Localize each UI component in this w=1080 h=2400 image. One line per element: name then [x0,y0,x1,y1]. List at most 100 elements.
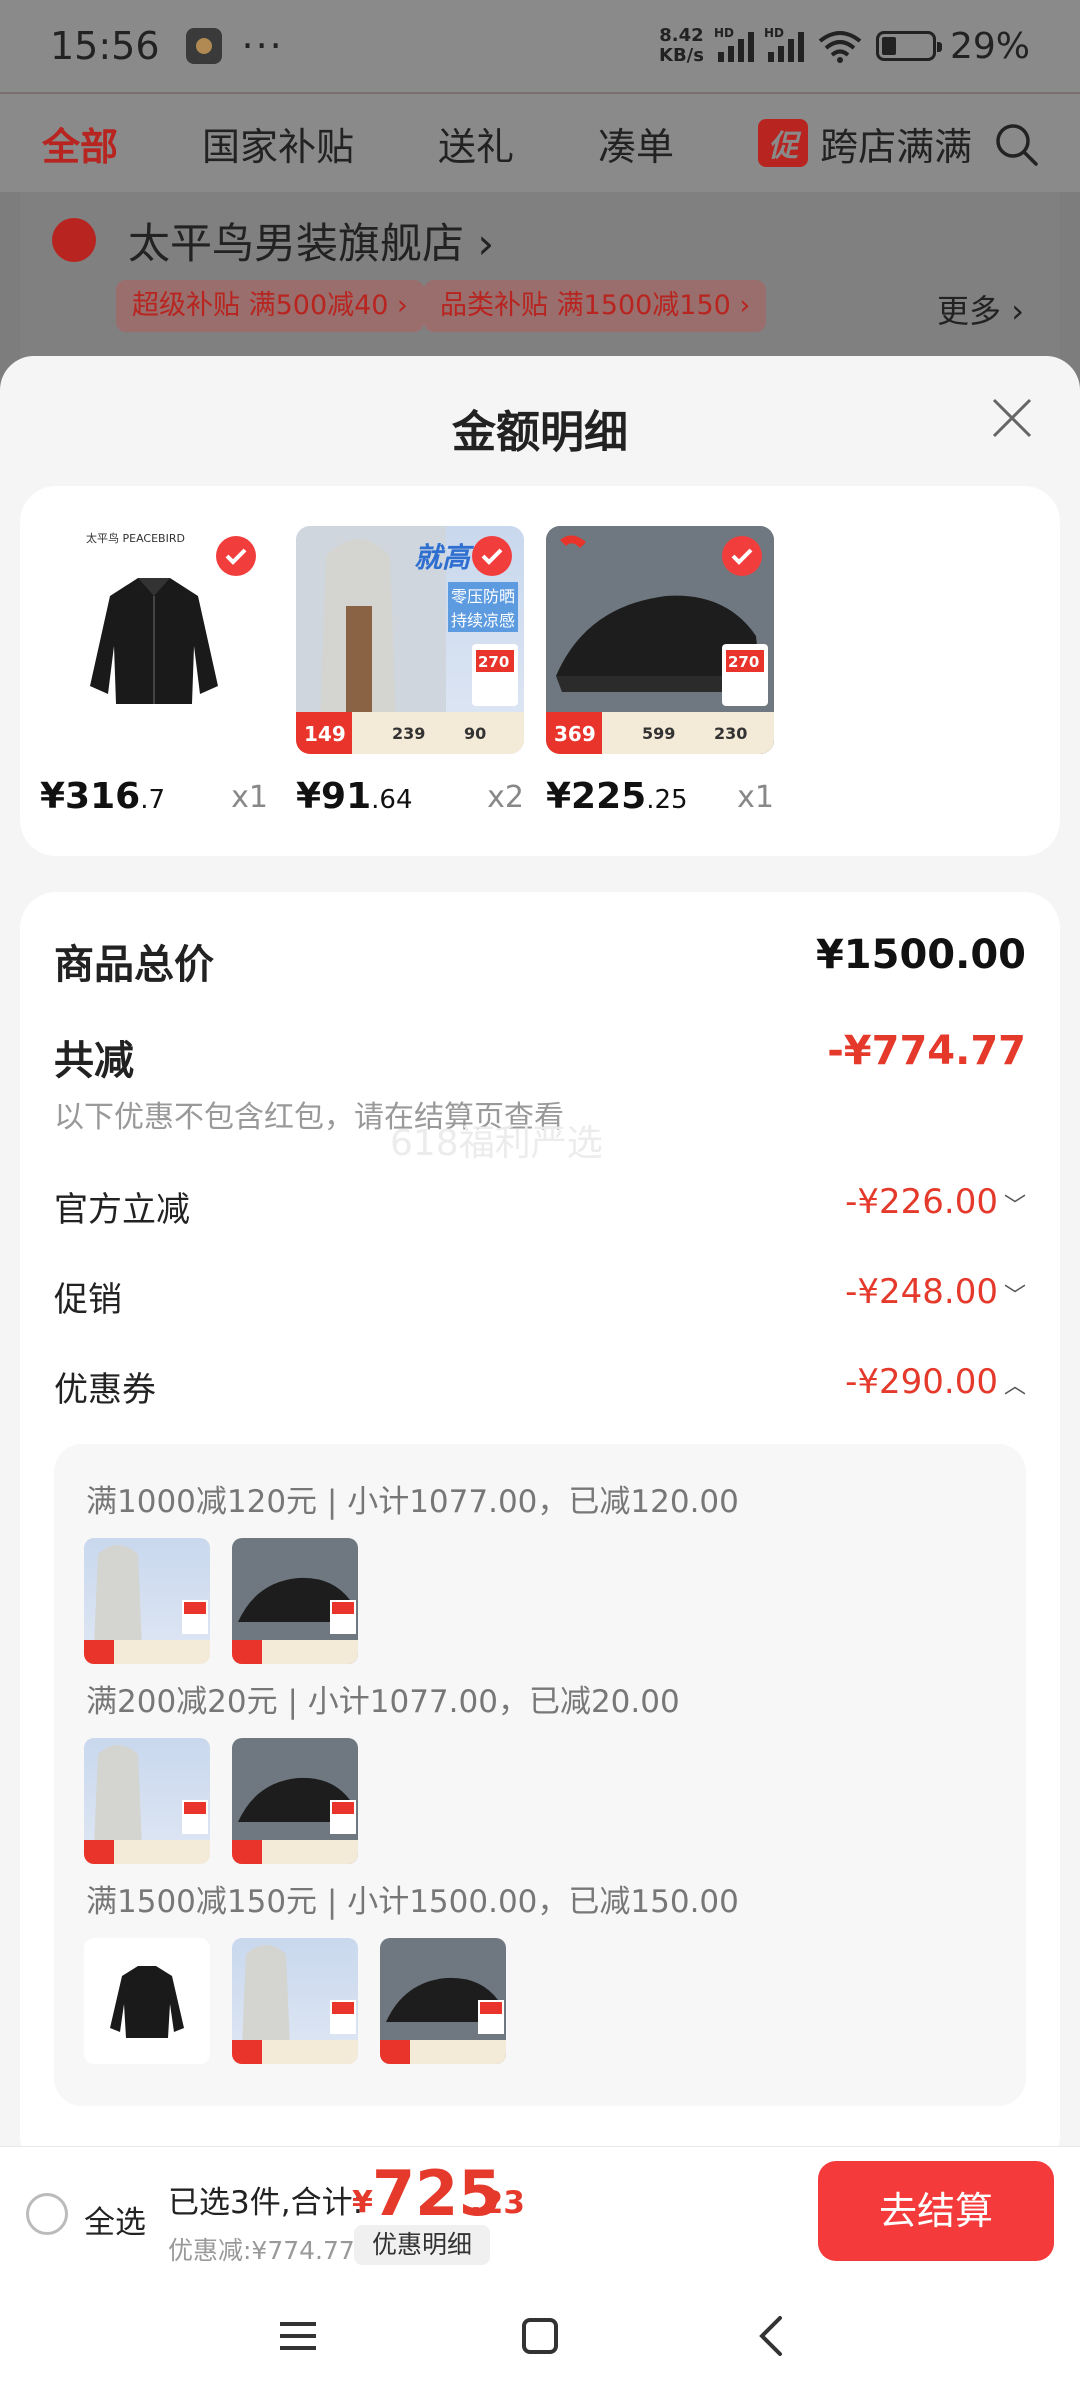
product-item[interactable]: 太平鸟 PEACEBIRD ¥316.7 x1 [40,526,268,817]
product-image-jacket: 太平鸟 PEACEBIRD [40,526,268,754]
promotion-label: 促销 [54,1280,122,1320]
coupon-rule-3: 满1500减150元 | 小计1500.00，已减150.00 [86,1884,739,1920]
total-reduction-label: 共减 [54,1038,134,1084]
wifi-icon [818,31,862,63]
thumb-jacket [84,1938,210,2064]
promotion-value: -¥248.00 [845,1272,998,1312]
tab-national-subsidy[interactable]: 国家补贴 [202,116,354,171]
select-all-label[interactable]: 全选 [84,2197,146,2242]
thumb-sneaker [380,1938,506,2064]
price-integer: ¥225 [546,776,647,817]
product-quantity: x1 [737,780,774,815]
store-tag-category-subsidy[interactable]: 品类补贴 满1500减150 › [424,280,767,332]
thumb-hoodie [84,1738,210,1864]
promotion-row[interactable]: -¥248.00 ﹀ [845,1272,1026,1312]
product-check-icon[interactable] [722,536,762,576]
price-a: 369 [554,722,596,746]
selected-count: 已选3件,合计: [168,2185,364,2221]
status-time: 15:56 [50,24,160,68]
home-icon[interactable] [514,2310,566,2362]
store-tag-super-subsidy[interactable]: 超级补贴 满500减40 › [116,280,424,332]
hd-label-2: HD [763,26,784,40]
price-integer: ¥91 [296,776,372,817]
checkout-button[interactable]: 去结算 [818,2161,1054,2261]
store-panel: 太平鸟男装旗舰店 › 超级补贴 满500减40 › 品类补贴 满1500减150… [20,192,1060,372]
store-name[interactable]: 太平鸟男装旗舰店 › [128,210,494,271]
close-icon[interactable] [988,394,1036,442]
product-price: ¥316.7 [40,776,165,817]
menu-icon[interactable] [272,2310,324,2362]
tab-add-on[interactable]: 凑单 [598,116,674,171]
app-notification-icon [185,28,222,64]
tab-cross-store[interactable]: 促 跨店满满 [758,116,972,171]
network-speed-value: 8.42 [659,25,704,46]
system-nav-bar [0,2272,1080,2400]
official-discount-value: -¥226.00 [845,1182,998,1222]
tab-all[interactable]: 全部 [42,116,118,171]
thumb-sneaker [232,1538,358,1664]
total-amount-decimal: .23 [470,2185,525,2221]
store-check-icon[interactable] [52,218,96,262]
price-integer: ¥316 [40,776,141,817]
product-image-sneaker: 270 369 599 230 [546,526,774,754]
more-notifications-icon: ··· [241,24,284,68]
summary-card: 商品总价 ¥1500.00 共减 -¥774.77 以下优惠不包含红包，请在结算… [20,892,1060,2146]
coupon-rule-1: 满1000减120元 | 小计1077.00，已减120.00 [86,1484,739,1520]
status-bar: 15:56 ··· 8.42 KB/s HD HD 29% [0,0,1080,92]
store-more-link[interactable]: 更多 › [937,286,1024,332]
price-c: 230 [714,724,748,743]
discount-amount: 优惠减:¥774.77 [168,2236,355,2265]
badge-price: 270 [728,653,760,671]
price-b: 239 [392,724,426,743]
product-quantity: x1 [231,780,268,815]
promo-subtitle: 零压防晒 [448,582,519,608]
coupon-row[interactable]: -¥290.00 ︿ [845,1362,1026,1402]
tab-gift[interactable]: 送礼 [438,116,514,171]
official-discount-label: 官方立减 [54,1190,190,1230]
price-b: 599 [642,724,676,743]
tab-cross-store-label: 跨店满满 [820,124,973,169]
total-currency: ¥ [352,2185,373,2220]
price-decimal: .64 [371,785,413,815]
checkout-bar: 全选 已选3件,合计: ¥ 725 .23 优惠减:¥774.77 优惠明细 去… [0,2146,1080,2272]
select-all-radio[interactable] [26,2193,68,2235]
product-check-icon[interactable] [216,536,256,576]
hd-label: HD [713,26,734,40]
coupon-value: -¥290.00 [845,1362,998,1402]
product-price: ¥225.25 [546,776,688,817]
price-a: 149 [304,722,346,746]
promo-title: 就高 [414,541,471,574]
thumb-sneaker [232,1738,358,1864]
signal-icon: HD [714,26,754,62]
product-item[interactable]: 270 369 599 230 ¥225.25 x1 [546,526,774,817]
filter-tabs: 全部 国家补贴 送礼 凑单 促 跨店满满 [0,92,1080,192]
total-price-label: 商品总价 [54,942,214,988]
product-check-icon[interactable] [472,536,512,576]
product-quantity: x2 [487,780,524,815]
thumb-hoodie [232,1938,358,2064]
total-reduction-value: -¥774.77 [827,1028,1026,1074]
price-decimal: .7 [140,785,166,815]
search-icon[interactable] [992,120,1040,168]
battery-icon [875,31,942,61]
product-item[interactable]: 就高 零压防晒 持续凉感 270 149 239 90 ¥91.64 x2 [296,526,524,817]
chevron-up-icon: ︿ [1003,1373,1026,1399]
discount-detail-button[interactable]: 优惠明细 [354,2225,491,2265]
network-speed-unit: KB/s [659,45,704,66]
network-speed: 8.42 KB/s [659,26,704,66]
signal-icon-2: HD [764,26,804,62]
coupon-detail-box: 满1000减120元 | 小计1077.00，已减120.00 满200减20元… [54,1444,1026,2106]
price-c: 90 [464,724,487,743]
back-icon[interactable] [746,2310,798,2362]
product-price: ¥91.64 [296,776,413,817]
products-card: 太平鸟 PEACEBIRD ¥316.7 x1 就高 零压防晒 持续凉感 270… [20,486,1060,856]
promo-badge: 促 [758,119,809,167]
brand-label: 太平鸟 PEACEBIRD [86,532,185,545]
badge-price: 270 [478,653,510,671]
coupon-rule-2: 满200减20元 | 小计1077.00，已减20.00 [86,1684,680,1720]
thumb-hoodie [84,1538,210,1664]
chevron-down-icon: ﹀ [1003,1193,1026,1219]
total-price-value: ¥1500.00 [815,932,1026,978]
sheet-title: 金额明细 [452,407,628,458]
official-discount-row[interactable]: -¥226.00 ﹀ [845,1182,1026,1222]
